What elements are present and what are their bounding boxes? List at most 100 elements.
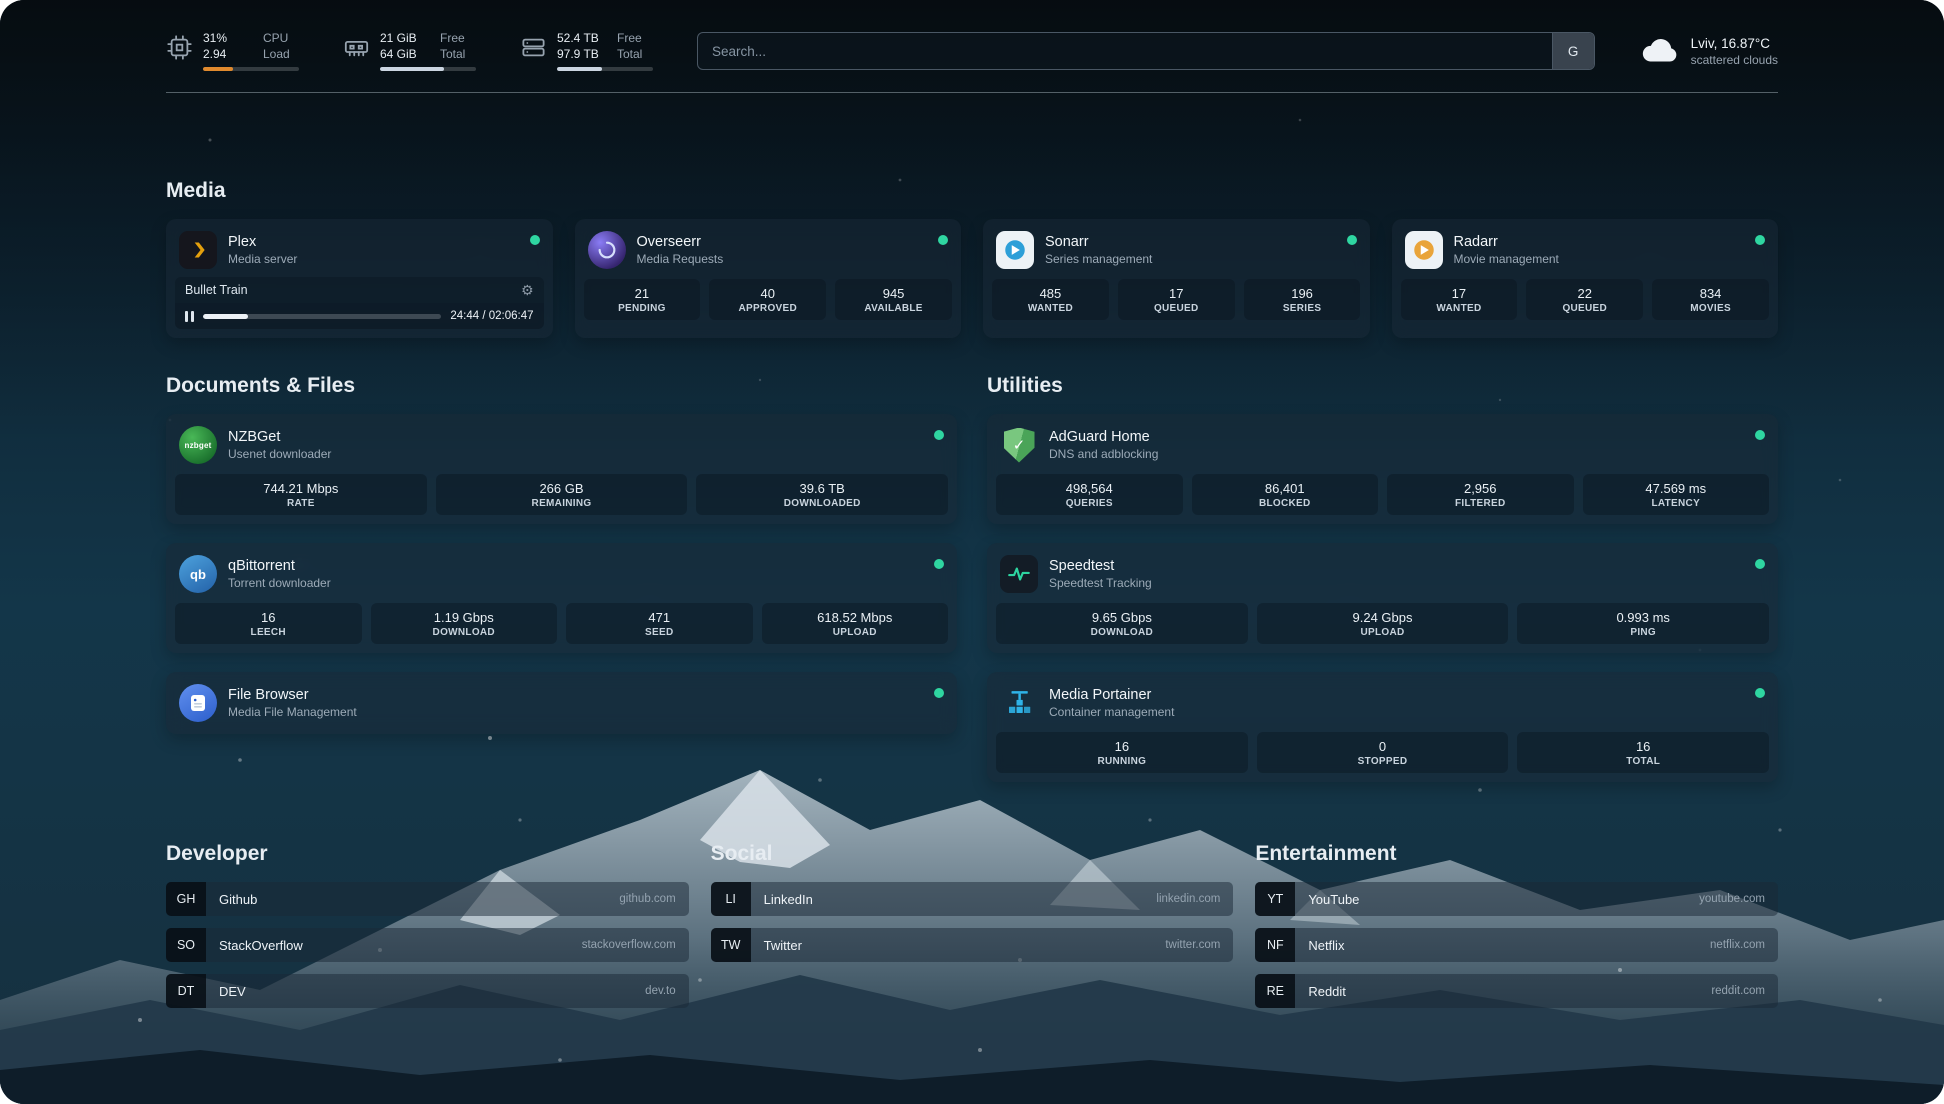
speedtest-icon [1000,555,1038,593]
bookmark-linkedin[interactable]: LI LinkedIn linkedin.com [711,882,1234,916]
search-provider-button[interactable]: G [1552,33,1594,69]
memory-total: 64 GiB [380,47,428,63]
bookmark-reddit[interactable]: RE Reddit reddit.com [1255,974,1778,1008]
service-title: NZBGet [228,429,923,446]
bookmark-domain: youtube.com [1699,893,1765,905]
cpu-label-1: CPU [263,31,288,47]
bookmark-dev[interactable]: DT DEV dev.to [166,974,689,1008]
service-card-qbittorrent[interactable]: qb qBittorrent Torrent downloader 16LEEC… [166,543,957,653]
bookmark-name: StackOverflow [219,938,303,953]
stat-pending: 21PENDING [584,279,701,320]
service-title: Speedtest [1049,558,1744,575]
service-subtitle: Usenet downloader [228,447,923,461]
service-subtitle: Torrent downloader [228,576,923,590]
developer-bookmarks: Developer GH Github github.com SO StackO… [166,842,689,1020]
playback-progress-bar [203,314,441,319]
service-subtitle: Container management [1049,705,1744,719]
stat-queued: 22QUEUED [1526,279,1643,320]
section-title-social: Social [711,842,1234,866]
service-card-adguard[interactable]: ✓ AdGuard Home DNS and adblocking 498,56… [987,414,1778,524]
stat-rate: 744.21 MbpsRATE [175,474,427,515]
service-subtitle: Speedtest Tracking [1049,576,1744,590]
status-dot [934,559,944,569]
service-card-overseerr[interactable]: Overseerr Media Requests 21PENDING 40APP… [575,219,962,338]
bookmark-name: YouTube [1308,892,1359,907]
service-card-sonarr[interactable]: Sonarr Series management 485WANTED 17QUE… [983,219,1370,338]
stat-wanted: 17WANTED [1401,279,1518,320]
portainer-icon [1000,684,1038,722]
section-title-utilities: Utilities [987,374,1778,398]
stat-queued: 17QUEUED [1118,279,1235,320]
bookmark-netflix[interactable]: NF Netflix netflix.com [1255,928,1778,962]
service-subtitle: Series management [1045,252,1336,266]
service-card-filebrowser[interactable]: File Browser Media File Management [166,672,957,734]
qbittorrent-icon: qb [179,555,217,593]
stat-available: 945AVAILABLE [835,279,952,320]
plex-icon [179,231,217,269]
weather-condition: scattered clouds [1691,53,1778,67]
bookmark-abbr: SO [166,928,206,962]
service-title: File Browser [228,687,923,704]
bookmark-youtube[interactable]: YT YouTube youtube.com [1255,882,1778,916]
stat-movies: 834MOVIES [1652,279,1769,320]
stat-remaining: 266 GBREMAINING [436,474,688,515]
status-dot [1755,430,1765,440]
memory-label-2: Total [440,47,465,63]
bookmark-github[interactable]: GH Github github.com [166,882,689,916]
bookmark-domain: linkedin.com [1156,893,1220,905]
stat-downloaded: 39.6 TBDOWNLOADED [696,474,948,515]
service-card-radarr[interactable]: Radarr Movie management 17WANTED 22QUEUE… [1392,219,1779,338]
media-section: Media Plex Media server [166,179,1778,338]
stat-ping: 0.993 msPING [1517,603,1769,644]
status-dot [934,688,944,698]
service-title: AdGuard Home [1049,429,1744,446]
overseerr-icon [588,231,626,269]
section-title-documents: Documents & Files [166,374,957,398]
cpu-percent: 31% [203,31,251,47]
bookmark-domain: twitter.com [1165,939,1220,951]
disk-icon [520,34,547,61]
topbar: 31%CPU 2.94Load 21 GiBFree 64 GiBTotal [166,0,1778,72]
search-input[interactable] [698,33,1552,69]
stat-download: 1.19 GbpsDOWNLOAD [371,603,558,644]
bookmark-domain: dev.to [645,985,675,997]
stat-seed: 471SEED [566,603,753,644]
bookmark-name: Github [219,892,257,907]
bookmark-name: LinkedIn [764,892,813,907]
disk-label-2: Total [617,47,642,63]
stat-latency: 47.569 msLATENCY [1583,474,1770,515]
status-dot [938,235,948,245]
status-dot [1755,688,1765,698]
bookmark-domain: reddit.com [1711,985,1765,997]
stat-total: 16TOTAL [1517,732,1769,773]
status-dot [1347,235,1357,245]
utilities-section: Utilities ✓ AdGuard Home DNS and adblock… [987,374,1778,782]
weather-location: Lviv, 16.87°C [1691,36,1778,51]
search-bar: G [697,32,1595,70]
stat-queries: 498,564QUERIES [996,474,1183,515]
service-subtitle: DNS and adblocking [1049,447,1744,461]
stat-leech: 16LEECH [175,603,362,644]
service-subtitle: Movie management [1454,252,1745,266]
service-card-portainer[interactable]: Media Portainer Container management 16R… [987,672,1778,782]
bookmark-stackoverflow[interactable]: SO StackOverflow stackoverflow.com [166,928,689,962]
cpu-widget: 31%CPU 2.94Load [166,31,299,70]
memory-label-1: Free [440,31,465,47]
cpu-progress-bar [203,67,299,71]
filebrowser-icon [179,684,217,722]
section-title-media: Media [166,179,1778,203]
service-card-nzbget[interactable]: nzbget NZBGet Usenet downloader 744.21 M… [166,414,957,524]
memory-progress-bar [380,67,476,71]
nzbget-icon: nzbget [179,426,217,464]
gear-icon[interactable]: ⚙ [521,283,534,297]
memory-icon [343,34,370,61]
playback-time: 24:44 / 02:06:47 [450,310,533,322]
bookmark-twitter[interactable]: TW Twitter twitter.com [711,928,1234,962]
memory-widget: 21 GiBFree 64 GiBTotal [343,31,476,70]
bookmark-abbr: GH [166,882,206,916]
service-card-plex[interactable]: Plex Media server Bullet Train ⚙ [166,219,553,338]
status-dot [1755,235,1765,245]
stat-stopped: 0STOPPED [1257,732,1509,773]
service-subtitle: Media File Management [228,705,923,719]
service-card-speedtest[interactable]: Speedtest Speedtest Tracking 9.65 GbpsDO… [987,543,1778,653]
